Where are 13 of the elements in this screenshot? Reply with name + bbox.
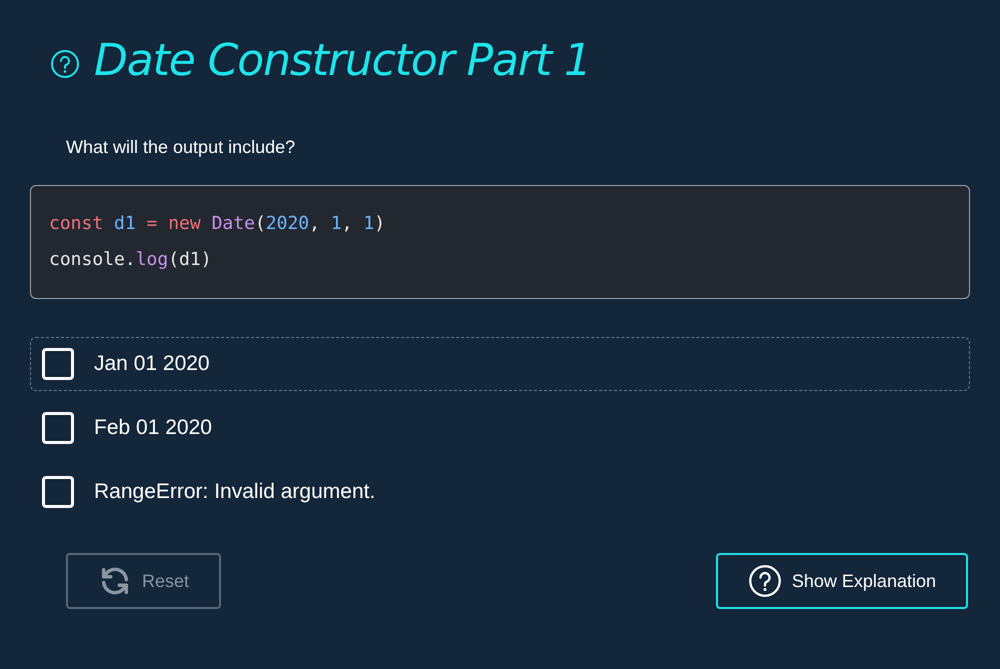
code-line: const d1 = new Date(2020, 1, 1) xyxy=(49,212,386,236)
checkbox[interactable] xyxy=(42,348,74,380)
answer-option[interactable]: RangeError: Invalid argument. xyxy=(30,465,970,519)
show-explanation-button[interactable]: Show Explanation xyxy=(716,553,968,609)
help-icon xyxy=(748,564,782,598)
answer-option[interactable]: Jan 01 2020 xyxy=(30,337,970,391)
code-line: console.log(d1) xyxy=(49,248,213,272)
question-text: What will the output include? xyxy=(66,136,296,159)
checkbox[interactable] xyxy=(42,412,74,444)
answer-option[interactable]: Feb 01 2020 xyxy=(30,401,970,455)
quiz-title: Date Constructor Part 1 xyxy=(94,34,591,88)
help-icon xyxy=(50,49,80,79)
checkbox[interactable] xyxy=(42,476,74,508)
